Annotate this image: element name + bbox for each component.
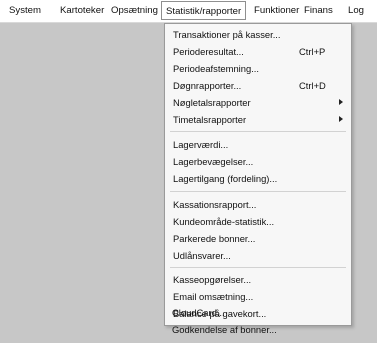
menu-system[interactable]: System [8, 3, 42, 19]
menu-kartoteker[interactable]: Kartoteker [59, 3, 105, 19]
menu-statistik-rapporter[interactable]: Statistik/rapporter [161, 1, 247, 20]
menu-bar: System Kartoteker Opsætning Statistik/ra… [0, 0, 377, 23]
dropdown-overflow-layer: Godkendelse af bonner... [164, 23, 352, 343]
menu-finans[interactable]: Finans [303, 3, 334, 19]
menu-item-label: Godkendelse af bonner... [172, 324, 277, 335]
menu-opsaetning[interactable]: Opsætning [110, 3, 159, 19]
menu-funktioner[interactable]: Funktioner [253, 3, 300, 19]
menu-log[interactable]: Log [347, 3, 365, 19]
menu-item-godkendelse-af-bonner[interactable]: Godkendelse af bonner... [164, 321, 350, 338]
